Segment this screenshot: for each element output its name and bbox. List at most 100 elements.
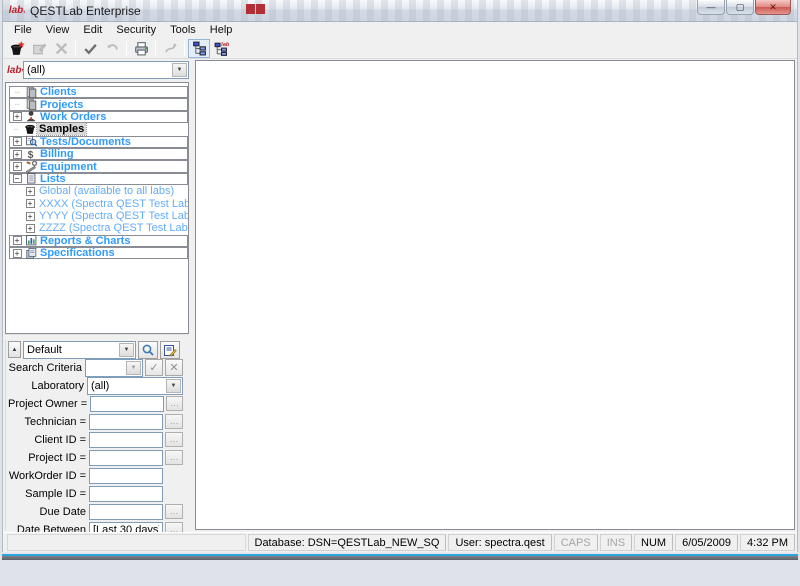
browse-button[interactable]: … <box>165 504 183 519</box>
tree-view-button[interactable] <box>188 39 210 58</box>
chevron-down-icon[interactable]: ▼ <box>172 63 187 77</box>
lab-tree-view-button[interactable]: lab <box>210 39 232 58</box>
clear-criteria-button[interactable]: ✕ <box>165 359 183 376</box>
lab-selector-row: lab, (all) ▼ <box>5 60 189 80</box>
delete-button <box>50 39 72 58</box>
client-id-field[interactable] <box>89 432 163 448</box>
laboratory-value: (all) <box>88 380 166 392</box>
search-profile-combo[interactable]: Default ▼ <box>23 341 136 359</box>
print-button[interactable] <box>130 39 152 58</box>
tree-item-equipment[interactable]: +Equipment <box>9 160 188 172</box>
status-num-indicator: NUM <box>634 534 673 551</box>
expand-icon[interactable]: + <box>13 137 22 146</box>
field-label: Project Owner = <box>8 398 90 410</box>
menu-file[interactable]: File <box>7 23 39 37</box>
tree-item-projects[interactable]: ┄Projects <box>9 98 188 110</box>
lists-icon <box>25 172 38 185</box>
tree-item-yyyy-spectra-qest-test-lab-2[interactable]: +YYYY (Spectra QEST Test Lab 2) <box>9 210 188 222</box>
toolbar-separator <box>155 41 156 56</box>
reports-icon <box>25 234 38 247</box>
search-row-technician: Technician =… <box>8 413 183 431</box>
collapse-panel-button[interactable]: ▲ <box>8 341 21 358</box>
lab-selector-combo[interactable]: (all) ▼ <box>23 61 189 79</box>
tree-item-lists[interactable]: − Lists <box>9 173 188 185</box>
menu-view[interactable]: View <box>39 23 77 37</box>
tree-item-zzzz-spectra-qest-test-lab-3[interactable]: +ZZZZ (Spectra QEST Test Lab 3) <box>9 222 188 234</box>
tree-item-global-available-to-all-labs[interactable]: +Global (available to all labs) <box>9 185 188 197</box>
technician-field[interactable] <box>89 414 163 430</box>
laboratory-label: Laboratory <box>8 380 87 392</box>
titlebar-artifact <box>256 4 265 14</box>
search-row-project-owner: Project Owner = … <box>8 395 183 413</box>
status-message-area <box>7 534 246 551</box>
search-profile-row: ▲ Default ▼ <box>8 341 183 359</box>
expand-icon[interactable]: + <box>13 112 22 121</box>
browse-button[interactable]: … <box>166 396 183 411</box>
tree-item-label: Clients <box>38 86 79 98</box>
tree-item-work-orders[interactable]: +Work Orders <box>9 111 188 123</box>
close-button[interactable]: ✕ <box>755 0 791 15</box>
field-label: WorkOrder ID = <box>8 470 89 482</box>
chevron-down-icon[interactable]: ▼ <box>119 343 134 357</box>
main-work-area[interactable] <box>195 60 795 530</box>
search-criteria-combo[interactable]: ▼ <box>85 359 143 377</box>
menu-edit[interactable]: Edit <box>76 23 109 37</box>
collapse-icon[interactable]: − <box>13 174 22 183</box>
tree-item-specifications[interactable]: +Specifications <box>9 247 188 259</box>
run-search-button[interactable] <box>138 341 158 359</box>
minimize-button[interactable]: — <box>697 0 725 15</box>
maximize-button[interactable]: ▢ <box>726 0 754 15</box>
tree-item-label: Lists <box>38 173 68 185</box>
new-button[interactable] <box>6 39 28 58</box>
edit-criteria-button[interactable] <box>160 341 180 359</box>
field-label: Client ID = <box>8 434 89 446</box>
menu-security[interactable]: Security <box>109 23 163 37</box>
expand-icon[interactable]: + <box>13 162 22 171</box>
menu-tools[interactable]: Tools <box>163 23 203 37</box>
tree-item-clients[interactable]: ┄Clients <box>9 86 188 98</box>
tree-item-xxxx-spectra-qest-test-lab-1[interactable]: +XXXX (Spectra QEST Test Lab 1) <box>9 198 188 210</box>
expand-icon[interactable]: + <box>26 187 35 196</box>
field-label: Sample ID = <box>8 488 89 500</box>
confirm-button[interactable] <box>79 39 101 58</box>
browse-button[interactable]: … <box>165 414 183 429</box>
tree-item-label: Global (available to all labs) <box>37 185 176 197</box>
expand-icon[interactable]: + <box>26 199 35 208</box>
tree-gutter: + <box>23 224 37 233</box>
window-bottom-frame <box>2 552 798 560</box>
apply-criteria-button[interactable]: ✓ <box>145 359 163 376</box>
menu-help[interactable]: Help <box>203 23 240 37</box>
check-icon <box>82 40 98 56</box>
due-date-field[interactable] <box>89 504 163 520</box>
sample-id-field[interactable] <box>89 486 163 502</box>
lab-icon: lab, <box>5 65 23 76</box>
chevron-down-icon[interactable]: ▼ <box>166 379 181 393</box>
tree-item-label: Projects <box>38 99 85 111</box>
laboratory-combo[interactable]: (all) ▼ <box>87 377 183 395</box>
toolbar-separator <box>184 41 185 56</box>
project-id-field[interactable] <box>89 450 163 466</box>
browse-button[interactable]: … <box>165 432 183 447</box>
tree-gutter: + <box>10 112 24 121</box>
expand-icon[interactable]: + <box>26 224 35 233</box>
expand-icon[interactable]: + <box>13 236 22 245</box>
specifications-icon-wrap <box>24 247 38 260</box>
title-bar[interactable]: lab, QESTLab Enterprise —▢✕ <box>3 0 797 22</box>
billing-icon: $ <box>25 148 38 161</box>
browse-button[interactable]: … <box>165 450 183 465</box>
printer-icon <box>133 40 149 56</box>
expand-icon[interactable]: + <box>13 150 22 159</box>
workorder-id-field[interactable] <box>89 468 163 484</box>
toolbar: lab <box>3 38 797 59</box>
tree-item-tests-documents[interactable]: +Tests/Documents <box>9 136 188 148</box>
lab-tree-icon: lab <box>213 40 229 56</box>
billing-icon-wrap: $ <box>24 148 38 161</box>
expand-icon[interactable]: + <box>26 212 35 221</box>
tree-gutter: + <box>23 199 37 208</box>
tree-item-reports-charts[interactable]: +Reports & Charts <box>9 235 188 247</box>
tree-item-samples[interactable]: ┄Samples <box>9 123 188 135</box>
expand-icon[interactable]: + <box>13 249 22 258</box>
tree-item-billing[interactable]: +$Billing <box>9 148 188 160</box>
project-owner-field[interactable] <box>90 396 164 412</box>
tree-gutter: + <box>10 249 24 258</box>
